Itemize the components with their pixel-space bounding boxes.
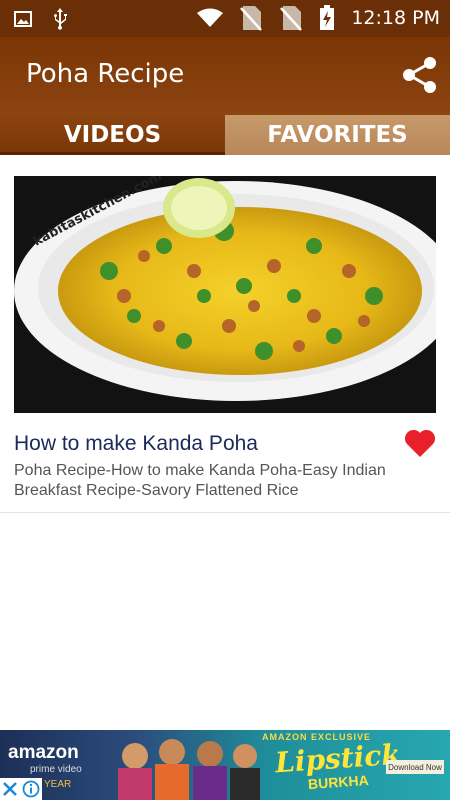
ad-download-button[interactable]: Download Now bbox=[386, 760, 444, 774]
heart-icon[interactable] bbox=[404, 428, 436, 458]
share-icon[interactable] bbox=[400, 55, 440, 95]
status-time: 12:18 PM bbox=[351, 7, 440, 29]
no-sim-icon bbox=[240, 6, 263, 31]
info-icon[interactable] bbox=[22, 780, 40, 798]
image-icon bbox=[14, 11, 32, 27]
app-title: Poha Recipe bbox=[26, 59, 185, 89]
usb-icon bbox=[54, 8, 67, 30]
ad-banner[interactable]: amazon prime video YEAR AMAZON EXCLUSIVE… bbox=[0, 730, 450, 800]
tab-videos[interactable]: VIDEOS bbox=[0, 115, 225, 155]
wifi-icon bbox=[197, 8, 224, 27]
ad-headline2: BURKHA bbox=[307, 771, 370, 793]
ad-year: YEAR bbox=[44, 779, 72, 790]
poha-plate-image: kabitaskitchen.com bbox=[14, 176, 436, 413]
video-card[interactable]: kabitaskitchen.com How to make Kanda Poh… bbox=[0, 156, 450, 513]
app-bar: Poha Recipe bbox=[0, 37, 450, 115]
ad-controls bbox=[0, 778, 42, 800]
status-bar: 12:18 PM bbox=[0, 0, 450, 37]
battery-charging-icon bbox=[320, 5, 335, 30]
ad-brand: amazon bbox=[8, 742, 79, 763]
no-sim-icon bbox=[280, 6, 303, 31]
video-thumbnail[interactable]: kabitaskitchen.com bbox=[14, 176, 436, 413]
ad-brand-sub: prime video bbox=[30, 764, 82, 775]
close-icon[interactable] bbox=[2, 781, 18, 797]
ad-people-image bbox=[118, 739, 260, 800]
tab-favorites[interactable]: FAVORITES bbox=[225, 115, 450, 155]
video-description: Poha Recipe-How to make Kanda Poha-Easy … bbox=[14, 462, 386, 499]
tab-bar: VIDEOS FAVORITES bbox=[0, 115, 450, 155]
video-title[interactable]: How to make Kanda Poha bbox=[14, 432, 258, 456]
